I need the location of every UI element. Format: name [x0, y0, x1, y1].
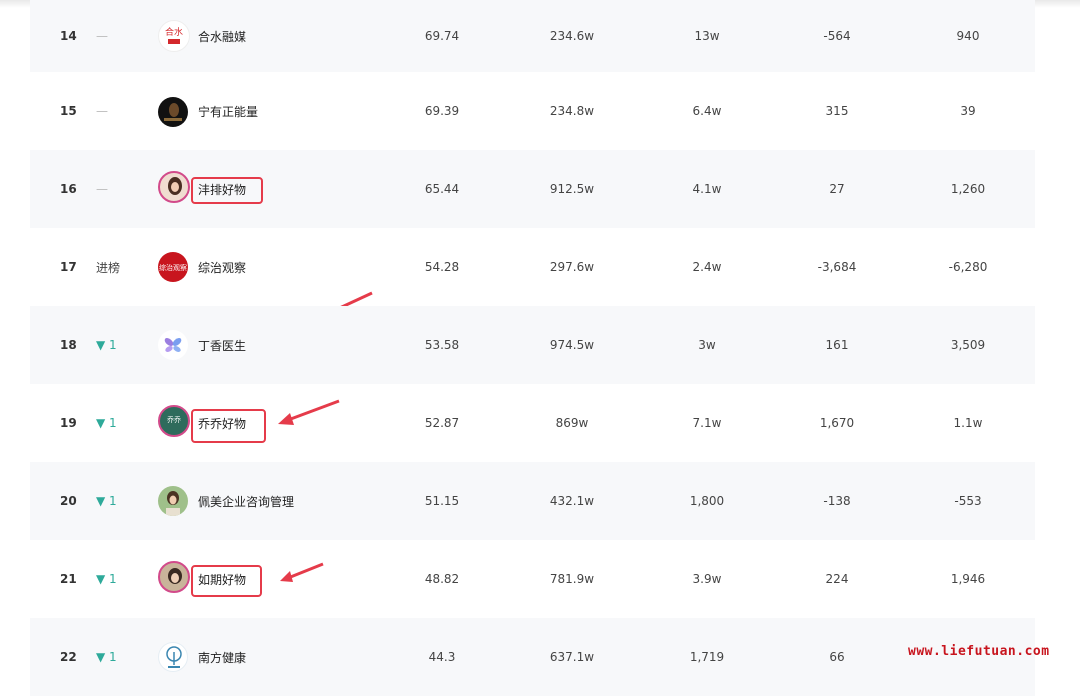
rank-cell: 14 [60, 29, 77, 43]
fans-change-cell: 1,670 [819, 416, 855, 430]
svg-text:综治观察: 综治观察 [159, 263, 187, 272]
rank-cell: 19 [60, 416, 77, 430]
account-name[interactable]: 综治观察 [198, 228, 358, 306]
score-cell: 69.39 [424, 104, 460, 118]
fans-cell: 234.6w [549, 29, 595, 43]
account-name[interactable]: 合水融媒 [198, 0, 358, 72]
score-cell: 48.82 [424, 572, 460, 586]
trend-cell: 进榜 [96, 260, 121, 275]
score-cell: 69.74 [424, 29, 460, 43]
likes-cell: 6.4w [692, 104, 722, 118]
interaction-cell: 1,260 [950, 182, 986, 196]
avatar[interactable] [158, 642, 188, 672]
fans-change-cell: -3,684 [817, 260, 857, 274]
ranking-table: 14 — 合水 合水融媒 69.74 234.6w 13w -564 940 1… [30, 0, 1035, 696]
likes-cell: 3w [698, 338, 716, 352]
avatar[interactable] [158, 561, 190, 593]
score-cell: 54.28 [424, 260, 460, 274]
account-name[interactable]: 宁有正能量 [198, 72, 358, 150]
likes-cell: 13w [694, 29, 720, 43]
trend-cell: ▼ 1 [96, 572, 117, 586]
rank-cell: 17 [60, 260, 77, 274]
svg-text:合水: 合水 [165, 26, 183, 38]
table-row[interactable]: 19 ▼ 1 乔乔 乔乔好物 52.87 869w 7.1w 1,670 1.1… [30, 384, 1035, 462]
fans-change-cell: -564 [823, 29, 851, 43]
table-row[interactable]: 18 ▼ 1 丁香医生 53.58 974.5w 3w 161 3,509 [30, 306, 1035, 384]
rank-cell: 22 [60, 650, 77, 664]
avatar[interactable] [158, 97, 188, 127]
trend-cell: ▼ 1 [96, 338, 117, 352]
account-name[interactable]: 佩美企业咨询管理 [198, 462, 358, 540]
trend-cell: — [96, 182, 108, 196]
fans-change-cell: 315 [825, 104, 849, 118]
table-row[interactable]: 22 ▼ 1 南方健康 44.3 637.1w 1,719 66 [30, 618, 1035, 696]
fans-cell: 297.6w [549, 260, 595, 274]
interaction-cell: 39 [960, 104, 976, 118]
trend-cell: — [96, 104, 108, 118]
svg-text:乔乔: 乔乔 [167, 416, 181, 424]
rank-cell: 20 [60, 494, 77, 508]
tree-logo-icon [166, 646, 182, 668]
trend-cell: — [96, 29, 108, 43]
fans-change-cell: 161 [825, 338, 849, 352]
table-row[interactable]: 20 ▼ 1 佩美企业咨询管理 51.15 432.1w 1,800 -138 … [30, 462, 1035, 540]
fans-cell: 781.9w [549, 572, 595, 586]
avatar[interactable] [158, 486, 188, 516]
table-row[interactable]: 15 — 宁有正能量 69.39 234.8w 6.4w 315 39 [30, 72, 1035, 150]
likes-cell: 7.1w [692, 416, 722, 430]
fans-change-cell: 27 [829, 182, 845, 196]
fans-cell: 912.5w [549, 182, 595, 196]
table-row[interactable]: 16 — 沣排好物 65.44 912.5w 4.1w 27 1,260 [30, 150, 1035, 323]
arrow-icon [278, 399, 340, 425]
score-cell: 51.15 [424, 494, 460, 508]
highlight-box [191, 565, 262, 597]
fans-change-cell: -138 [823, 494, 851, 508]
table-row[interactable]: 17 进榜 综治观察 综治观察 54.28 297.6w 2.4w -3,684… [30, 228, 1035, 306]
interaction-cell: 3,509 [950, 338, 986, 352]
highlight-box [191, 409, 266, 443]
trend-cell: ▼ 1 [96, 416, 117, 430]
interaction-cell: 940 [956, 29, 980, 43]
clove-flower-icon [164, 338, 182, 352]
avatar[interactable]: 综治观察 [158, 252, 188, 282]
score-cell: 53.58 [424, 338, 460, 352]
avatar[interactable]: 乔乔 [158, 405, 190, 437]
table-row[interactable]: 14 — 合水 合水融媒 69.74 234.6w 13w -564 940 [30, 0, 1035, 72]
avatar[interactable] [158, 330, 188, 360]
score-cell: 44.3 [428, 650, 456, 664]
trend-cell: ▼ 1 [96, 650, 117, 664]
table-row[interactable]: 21 ▼ 1 如期好物 48.82 781.9w 3.9w 224 1,946 [30, 540, 1035, 618]
likes-cell: 4.1w [692, 182, 722, 196]
watermark: www.liefutuan.com [908, 644, 1050, 659]
rank-cell: 21 [60, 572, 77, 586]
trend-cell: ▼ 1 [96, 494, 117, 508]
account-name[interactable]: 丁香医生 [198, 306, 358, 384]
interaction-cell: 1,946 [950, 572, 986, 586]
fans-cell: 637.1w [549, 650, 595, 664]
rank-cell: 15 [60, 104, 77, 118]
fans-cell: 234.8w [549, 104, 595, 118]
likes-cell: 2.4w [692, 260, 722, 274]
rank-cell: 18 [60, 338, 77, 352]
avatar[interactable]: 合水 [158, 20, 190, 52]
fans-cell: 869w [555, 416, 589, 430]
account-name[interactable]: 南方健康 [198, 618, 358, 696]
rank-cell: 16 [60, 182, 77, 196]
fans-change-cell: 224 [825, 572, 849, 586]
highlight-box [191, 177, 263, 204]
likes-cell: 1,800 [689, 494, 725, 508]
interaction-cell: -6,280 [948, 260, 988, 274]
fans-cell: 974.5w [549, 338, 595, 352]
interaction-cell: 1.1w [953, 416, 983, 430]
fans-change-cell: 66 [829, 650, 845, 664]
avatar[interactable] [158, 171, 190, 203]
arrow-icon [280, 562, 324, 582]
fans-cell: 432.1w [549, 494, 595, 508]
interaction-cell: -553 [954, 494, 982, 508]
likes-cell: 1,719 [689, 650, 725, 664]
score-cell: 65.44 [424, 182, 460, 196]
likes-cell: 3.9w [692, 572, 722, 586]
score-cell: 52.87 [424, 416, 460, 430]
